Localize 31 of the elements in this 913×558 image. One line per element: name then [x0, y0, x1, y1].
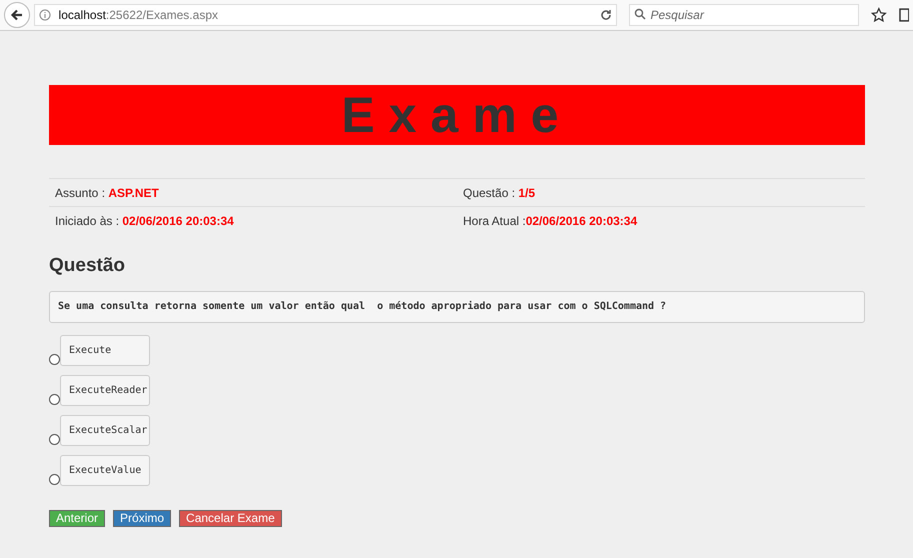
action-button[interactable]: Cancelar Exame: [179, 510, 282, 526]
option-label[interactable]: ExecuteScalar: [60, 414, 150, 446]
back-button[interactable]: [4, 2, 30, 28]
info-value: 02/06/2016 20:03:34: [526, 213, 638, 230]
action-button[interactable]: Próximo: [113, 510, 172, 526]
radio-button[interactable]: [49, 394, 60, 404]
info-value: ASP.NET: [108, 184, 159, 202]
radio-button[interactable]: [49, 354, 60, 364]
question-text: Se uma consulta retorna somente um valor então qual o método apropriado para usar com o SQLCommand ?: [49, 290, 865, 322]
radio-button[interactable]: [49, 474, 60, 484]
star-icon[interactable]: [871, 7, 888, 23]
back-arrow-icon: [10, 8, 24, 22]
radio-button[interactable]: [49, 434, 60, 444]
option-label[interactable]: ExecuteReader: [60, 374, 150, 406]
info-label: Iniciado às :: [55, 213, 120, 230]
info-label: Assunto :: [55, 184, 106, 202]
info-value: 1/5: [518, 184, 536, 202]
search-field[interactable]: Pesquisar: [629, 4, 860, 26]
url-host: localhost: [58, 8, 106, 22]
exam-title: Exame: [341, 90, 573, 140]
reload-icon[interactable]: [600, 9, 612, 21]
option-label[interactable]: Execute: [60, 334, 150, 366]
info-label: Hora Atual :: [463, 213, 526, 230]
search-icon: [634, 8, 646, 20]
info-value: 02/06/2016 20:03:34: [122, 213, 234, 230]
url-path: :25622/Exames.aspx: [106, 8, 218, 22]
question-heading: Questão: [49, 254, 126, 278]
info-icon: [38, 9, 51, 21]
info-label: Questão :: [463, 184, 516, 202]
address-bar[interactable]: localhost:25622/Exames.aspx: [34, 4, 618, 26]
option-label[interactable]: ExecuteValue: [60, 454, 150, 486]
